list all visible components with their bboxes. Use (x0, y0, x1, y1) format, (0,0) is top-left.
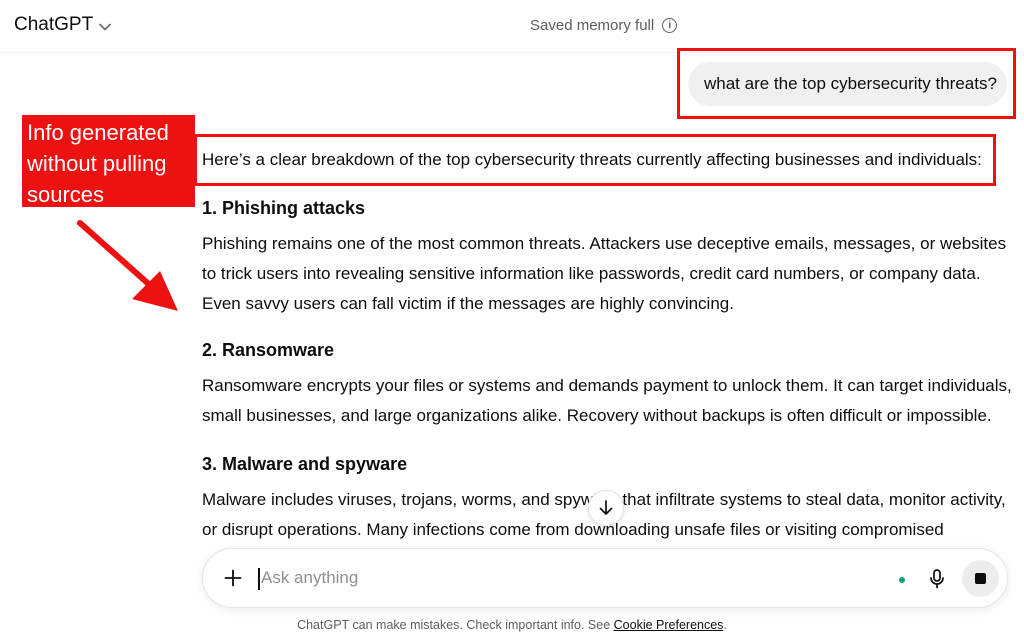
section-heading: 1. Phishing attacks (202, 198, 366, 218)
memory-status-text: Saved memory full (530, 17, 655, 34)
top-bar: ChatGPT Saved memory full i (0, 0, 1024, 52)
app-title: ChatGPT (14, 14, 94, 35)
section-body: Phishing remains one of the most common … (202, 234, 1007, 313)
text-caret (258, 568, 260, 590)
plus-icon (224, 569, 242, 587)
memory-status[interactable]: Saved memory full i (530, 17, 678, 34)
stop-button[interactable] (962, 560, 999, 597)
disclaimer-end: . (723, 618, 727, 632)
stop-icon (975, 573, 986, 584)
section-heading: 2. Ransomware (202, 340, 335, 360)
annotation-box-response-intro (194, 134, 996, 186)
section-heading: 3. Malware and spyware (202, 454, 408, 474)
prompt-input[interactable] (261, 563, 861, 593)
annotation-arrow-icon (77, 220, 178, 311)
mic-icon (930, 569, 944, 589)
chevron-down-icon (99, 19, 112, 34)
info-icon[interactable]: i (662, 18, 678, 33)
attach-button[interactable] (221, 566, 245, 590)
annotation-label: Info generated without pulling sources (22, 115, 195, 207)
section-body: Ransomware encrypts your files or system… (202, 376, 1012, 425)
dictate-button[interactable] (925, 567, 949, 591)
scroll-to-bottom-button[interactable] (588, 490, 624, 526)
composer (202, 548, 1008, 608)
model-selector[interactable]: ChatGPT (14, 14, 112, 36)
disclaimer-text: ChatGPT can make mistakes. Check importa… (297, 618, 611, 632)
arrow-down-icon (599, 500, 613, 515)
footer-disclaimer: ChatGPT can make mistakes. Check importa… (0, 618, 1024, 632)
cookie-preferences-link[interactable]: Cookie Preferences (614, 618, 724, 632)
status-dot (899, 577, 905, 583)
annotation-box-user-message (677, 48, 1016, 119)
